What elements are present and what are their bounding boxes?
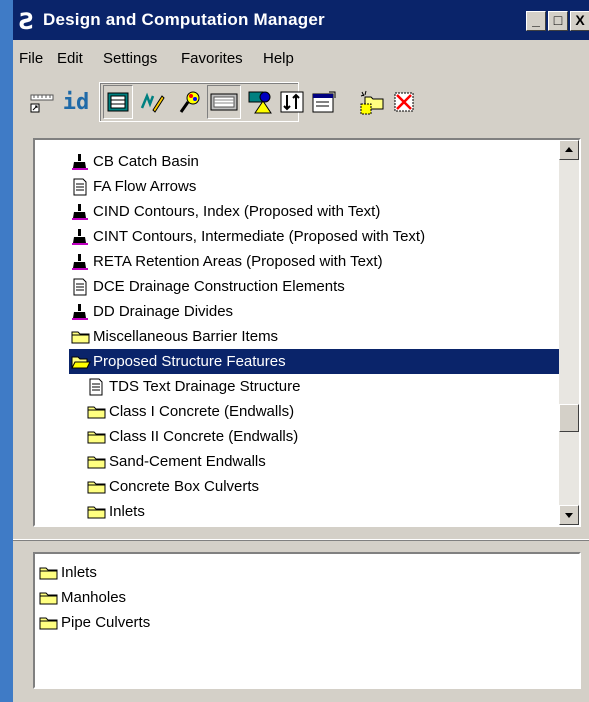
document-icon (87, 378, 105, 396)
toolbar: id (19, 78, 589, 128)
tree-item-label: Proposed Structure Features (93, 353, 286, 370)
menu-edit[interactable]: Edit (57, 50, 83, 67)
menu-settings[interactable]: Settings (103, 50, 157, 67)
scroll-thumb[interactable] (559, 404, 579, 432)
tree-item-label: Class II Concrete (Endwalls) (109, 428, 299, 445)
tree-item-label: Class I Concrete (Endwalls) (109, 403, 295, 420)
id-icon[interactable]: id (59, 85, 93, 119)
folder-icon (87, 428, 106, 445)
tree-item-label: DD Drainage Divides (93, 303, 234, 320)
properties-icon[interactable] (309, 85, 339, 119)
menu-file[interactable]: File (19, 50, 43, 67)
folder-icon (87, 403, 106, 420)
scroll-down-button[interactable] (559, 505, 579, 525)
tree-item-label: CB Catch Basin (93, 153, 199, 170)
ruler-attach-icon[interactable] (27, 85, 57, 119)
folder-icon (39, 564, 58, 581)
app-logo-icon: Ƨ (19, 10, 35, 35)
paintbrush-icon (71, 203, 89, 220)
app-window: Ƨ Design and Computation Manager _ □ X F… (13, 0, 589, 702)
tree-item-label: DCE Drainage Construction Elements (93, 278, 345, 295)
menu-bar: File Edit Settings Favorites Help (13, 46, 589, 72)
paintbrush-icon (71, 253, 89, 270)
tree-panel[interactable]: CB Catch Basin FA Flow Arrows CIND Contour… (33, 138, 581, 527)
tree-item-label: CIND Contours, Index (Proposed with Text… (93, 203, 381, 220)
document-icon (71, 278, 89, 296)
detail-panel[interactable]: Inlets Manholes Pipe Culverts (33, 552, 581, 689)
tree-item-label: FA Flow Arrows (93, 178, 197, 195)
paintbrush-icon (71, 228, 89, 245)
folder-open-icon (71, 353, 91, 370)
folder-icon (87, 503, 106, 520)
tree-item-label: Concrete Box Culverts (109, 478, 260, 495)
id-tool-label: id (62, 89, 90, 115)
folder-icon (71, 328, 90, 345)
menu-help[interactable]: Help (263, 50, 294, 67)
grid-view-icon[interactable] (103, 85, 133, 119)
tree-item-label: Sand-Cement Endwalls (109, 453, 266, 470)
tree-scrollbar[interactable] (559, 140, 579, 525)
scroll-up-button[interactable] (559, 140, 579, 160)
detail-item-label: Inlets (61, 564, 97, 581)
folder-icon (39, 589, 58, 606)
menu-favorites[interactable]: Favorites (181, 50, 243, 67)
window-title: Design and Computation Manager (43, 10, 325, 29)
paintbrush-icon (71, 303, 89, 320)
delete-icon[interactable] (389, 85, 419, 119)
close-button[interactable]: X (570, 11, 589, 31)
folder-icon (87, 453, 106, 470)
tree-item-label: CINT Contours, Intermediate (Proposed wi… (93, 228, 426, 245)
sort-arrows-icon[interactable] (277, 85, 307, 119)
paintbrush-icon (71, 153, 89, 170)
tree-item-label: Inlets (109, 503, 145, 520)
detail-item-label: Pipe Culverts (61, 614, 151, 631)
title-bar[interactable]: Ƨ Design and Computation Manager _ □ X (13, 0, 589, 40)
document-icon (71, 178, 89, 196)
pane-splitter[interactable] (13, 536, 589, 544)
folder-icon (39, 614, 58, 631)
paint-palette-icon[interactable] (175, 85, 205, 119)
minimize-button[interactable]: _ (526, 11, 546, 31)
tree-item-label: TDS Text Drainage Structure (109, 378, 301, 395)
tree-item-label: Miscellaneous Barrier Items (93, 328, 279, 345)
pencil-edit-icon[interactable] (137, 85, 167, 119)
detail-item-label: Manholes (61, 589, 127, 606)
new-folder-icon[interactable] (357, 85, 387, 119)
symbol-shapes-icon[interactable] (245, 85, 275, 119)
folder-icon (87, 478, 106, 495)
keyboard-icon[interactable] (207, 85, 241, 119)
tree-item-label: RETA Retention Areas (Proposed with Text… (93, 253, 383, 270)
maximize-button[interactable]: □ (548, 11, 568, 31)
